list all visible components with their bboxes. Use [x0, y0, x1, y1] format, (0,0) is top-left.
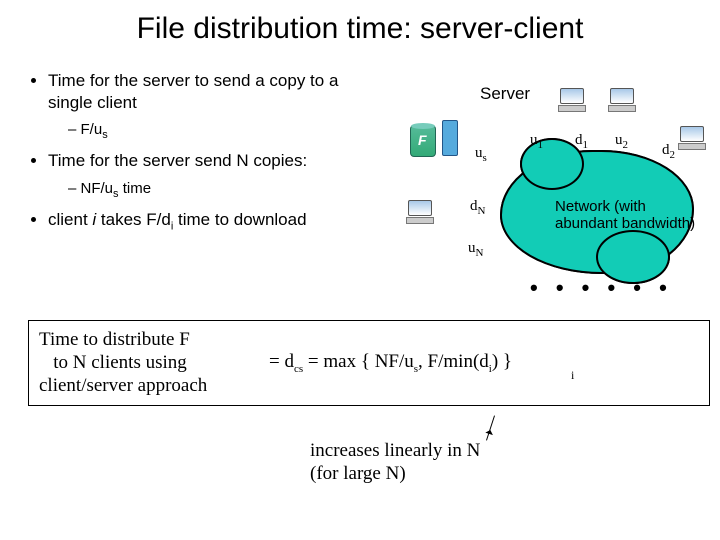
min-subscript-i: i — [571, 368, 574, 383]
line: abundant bandwidth) — [555, 215, 695, 232]
text: takes F/d — [96, 210, 171, 229]
formula-rhs: = dcs = max { NF/us, F/min(di) } — [269, 351, 512, 376]
bullet-1a: F/us — [68, 120, 360, 142]
network-diagram: Server F Network (with abundant bandwidt… — [380, 80, 710, 300]
file-label: F — [418, 132, 427, 148]
text: time — [119, 180, 152, 197]
bullet-1: Time for the server to send a copy to a … — [48, 70, 360, 114]
label-u2: u2 — [615, 132, 628, 151]
eq: , F/min(d — [418, 351, 489, 372]
page-title: File distribution time: server-client — [0, 0, 720, 46]
eq: ) } — [492, 351, 512, 372]
formula-box: Time to distribute F to N clients using … — [28, 320, 710, 406]
bullet-list: Time for the server to send a copy to a … — [30, 70, 360, 240]
server-computer-1 — [560, 88, 586, 110]
line: to N clients using — [39, 352, 187, 373]
line: (for large N) — [310, 463, 406, 484]
line: increases linearly in N — [310, 440, 480, 461]
subscript: s — [102, 129, 108, 141]
text: time to download — [173, 210, 306, 229]
text: F/u — [81, 121, 103, 138]
label-d2: d2 — [662, 142, 675, 161]
text: NF/u — [81, 180, 114, 197]
subscript: cs — [294, 363, 303, 375]
label-u1: u1 — [530, 132, 543, 151]
line: Time to distribute F — [39, 329, 190, 350]
bullet-2a: NF/us time — [68, 179, 360, 201]
network-text: Network (with abundant bandwidth) — [555, 198, 695, 233]
text: client — [48, 210, 92, 229]
arrow-icon — [486, 415, 495, 440]
client-far-right — [680, 126, 706, 148]
label-un: uN — [468, 240, 483, 259]
bullet-3: client i takes F/di time to download — [48, 209, 360, 234]
footnote: increases linearly in N (for large N) — [310, 440, 480, 486]
line: Network (with — [555, 198, 646, 215]
label-d1: d1 — [575, 132, 588, 151]
eq: = max { NF/u — [303, 351, 414, 372]
server-icon — [442, 120, 458, 156]
formula-lhs: Time to distribute F to N clients using … — [39, 329, 269, 397]
label-us: us — [475, 145, 487, 164]
server-computer-2 — [610, 88, 636, 110]
label-dn: dN — [470, 198, 485, 217]
line: client/server approach — [39, 375, 207, 396]
eq: = d — [269, 351, 294, 372]
dots-ellipsis: • • • • • • — [530, 275, 673, 301]
server-label: Server — [480, 84, 530, 104]
client-bottom-left — [408, 200, 434, 222]
bullet-2: Time for the server send N copies: — [48, 150, 360, 172]
